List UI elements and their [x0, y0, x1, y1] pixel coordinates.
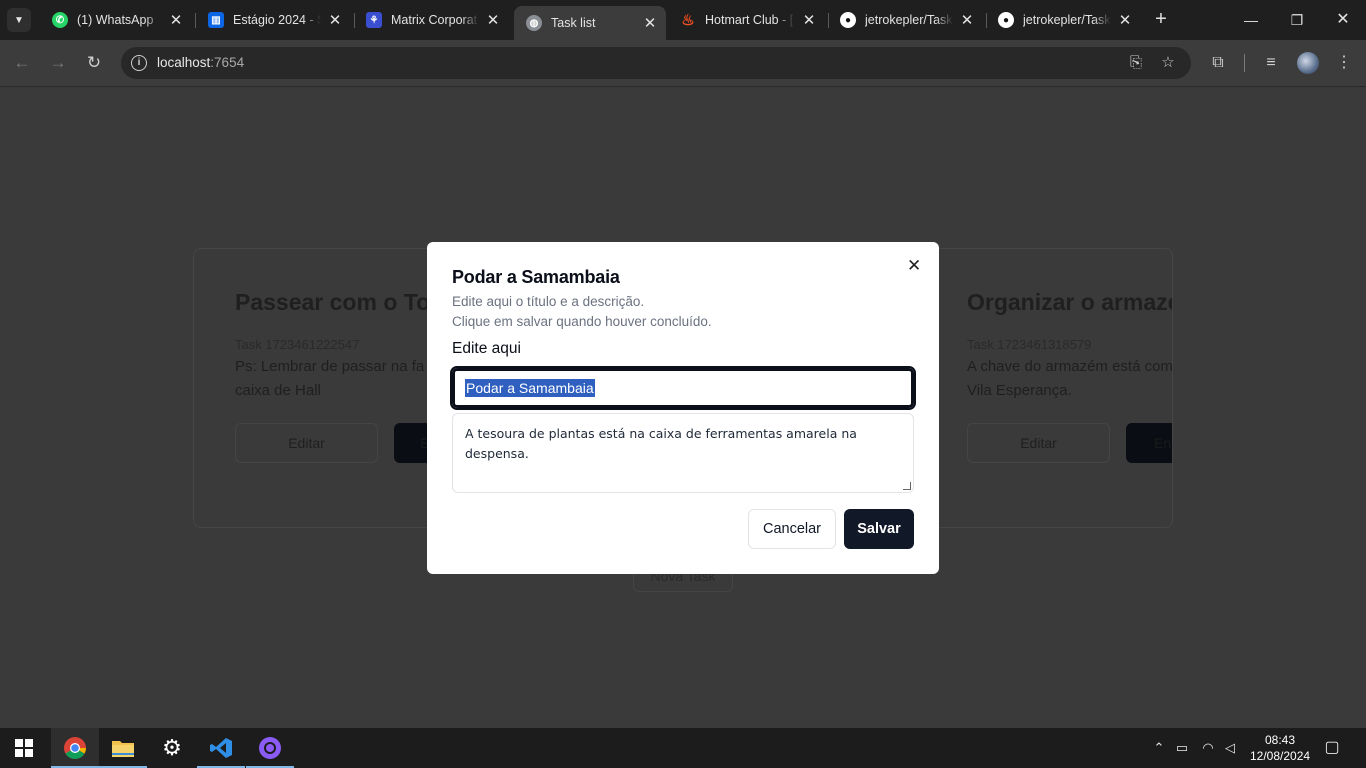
tab-label: Estágio 2024 - S — [233, 13, 321, 27]
notifications-icon[interactable]: ▢ — [1322, 738, 1342, 758]
close-icon[interactable]: ✕ — [327, 11, 343, 29]
tab-whatsapp[interactable]: ✆ (1) WhatsApp ✕ — [40, 4, 192, 36]
dialog-title: Podar a Samambaia — [452, 267, 620, 287]
battery-icon[interactable]: ▭ — [1172, 738, 1192, 758]
reload-icon[interactable]: ↻ — [82, 51, 106, 75]
task-id: Task 1723461222547 — [235, 337, 360, 352]
extensions-puzzle-icon[interactable]: ⧉ — [1207, 52, 1229, 74]
close-icon[interactable]: ✕ — [485, 11, 501, 29]
cancel-button[interactable]: Cancelar — [748, 509, 836, 549]
finish-button[interactable]: Enc — [1126, 423, 1172, 463]
task-title: Organizar o armazém — [967, 289, 1172, 315]
url-text[interactable]: localhost:7654 — [157, 55, 244, 70]
trello-icon: ▥ — [208, 12, 224, 28]
github-icon: ● — [840, 12, 856, 28]
tab-github-2[interactable]: ● jetrokepler/Task ✕ — [986, 4, 1141, 36]
tab-label: Task list — [551, 16, 596, 30]
description-textarea[interactable]: A tesoura de plantas está na caixa de fe… — [452, 413, 914, 493]
resize-grip-icon[interactable] — [903, 482, 911, 490]
profile-avatar[interactable] — [1297, 52, 1319, 74]
tab-label: Hotmart Club - [ — [705, 13, 794, 27]
tab-hotmart[interactable]: ♨ Hotmart Club - [ ✕ — [668, 4, 825, 36]
dialog-description: Edite aqui o título e a descrição. Cliqu… — [452, 292, 712, 332]
task-card: Organizar o armazém Task 1723461318579 A… — [926, 251, 1172, 513]
close-icon[interactable]: ✕ — [959, 11, 975, 29]
restore-icon[interactable]: ❐ — [1285, 8, 1309, 32]
menu-kebab-icon[interactable]: ⋮ — [1333, 52, 1355, 74]
minimize-icon[interactable]: — — [1239, 8, 1263, 32]
hotmart-flame-icon: ♨ — [681, 12, 695, 29]
bookmark-star-icon[interactable]: ☆ — [1159, 54, 1177, 72]
tab-label: jetrokepler/Task — [1023, 13, 1111, 27]
clock-date: 12/08/2024 — [1250, 749, 1311, 763]
field-label: Edite aqui — [452, 340, 521, 357]
github-icon: ● — [998, 12, 1014, 28]
site-info-icon[interactable]: i — [131, 55, 147, 71]
close-icon[interactable]: ✕ — [801, 11, 817, 29]
windows-taskbar: ⚙ ⌃ ▭ ◠ ◁ 08:43 12/08/2024 ▢ — [0, 728, 1366, 768]
whatsapp-icon: ✆ — [52, 12, 68, 28]
tab-estagio[interactable]: ▥ Estágio 2024 - S ✕ — [196, 4, 351, 36]
volume-icon[interactable]: ◁ — [1220, 738, 1240, 758]
tab-task-list[interactable]: ◍ Task list ✕ — [514, 6, 666, 40]
media-queue-icon[interactable]: ≡ — [1260, 52, 1282, 74]
vscode-icon[interactable] — [197, 728, 245, 768]
edit-button[interactable]: Editar — [967, 423, 1110, 463]
tab-matrix[interactable]: ⚘ Matrix Corporat ✕ — [354, 4, 509, 36]
task-description: A chave do armazém está com Vila Esperan… — [967, 358, 1172, 399]
chrome-icon[interactable] — [51, 728, 99, 768]
task-id: Task 1723461318579 — [967, 337, 1092, 352]
forward-arrow-icon[interactable]: → — [46, 51, 70, 75]
dialog-description-line: Edite aqui o título e a descrição. — [452, 294, 645, 309]
file-explorer-icon[interactable] — [99, 728, 147, 768]
tab-label: (1) WhatsApp — [77, 13, 154, 27]
dialog-description-line: Clique em salvar quando houver concluído… — [452, 314, 712, 329]
clock-time: 08:43 — [1264, 733, 1296, 747]
tab-label: Matrix Corporat — [391, 13, 478, 27]
close-icon[interactable]: ✕ — [642, 14, 658, 32]
edit-task-dialog: ✕ Podar a Samambaia Edite aqui o título … — [427, 242, 939, 574]
task-title: Passear com o Toto — [235, 289, 452, 315]
tray-chevron-up-icon[interactable]: ⌃ — [1149, 738, 1169, 758]
close-icon[interactable]: ✕ — [168, 11, 184, 29]
translate-icon[interactable]: ⎘ — [1127, 54, 1145, 72]
tab-github-1[interactable]: ● jetrokepler/Task ✕ — [828, 4, 983, 36]
tab-search-chevron-icon[interactable]: ▼ — [7, 8, 31, 32]
edit-button[interactable]: Editar — [235, 423, 378, 463]
back-arrow-icon[interactable]: ← — [10, 51, 34, 75]
title-input-value[interactable]: Podar a Samambaia — [465, 379, 595, 397]
description-textarea-value[interactable]: A tesoura de plantas está na caixa de fe… — [465, 426, 857, 461]
new-tab-plus-icon[interactable]: + — [1150, 8, 1172, 30]
matrix-icon: ⚘ — [366, 12, 382, 28]
browser-toolbar: ← → ↻ i localhost:7654 ⎘ ☆ ⧉ ≡ ⋮ — [0, 40, 1366, 87]
url-host: localhost — [157, 55, 211, 70]
window-close-icon[interactable]: ✕ — [1331, 8, 1355, 32]
url-port: :7654 — [210, 55, 245, 70]
close-icon[interactable]: ✕ — [907, 257, 921, 274]
toolbar-divider — [1244, 54, 1245, 72]
windows-start-icon[interactable] — [0, 728, 48, 768]
wifi-icon[interactable]: ◠ — [1198, 738, 1218, 758]
title-input[interactable]: Podar a Samambaia — [450, 366, 916, 410]
settings-gear-icon[interactable]: ⚙ — [148, 728, 196, 768]
globe-icon: ◍ — [526, 15, 542, 31]
tab-label: jetrokepler/Task — [865, 13, 953, 27]
browser-tab-strip: ▼ ✆ (1) WhatsApp ✕ ▥ Estágio 2024 - S ✕ … — [0, 0, 1366, 40]
github-desktop-icon[interactable] — [246, 728, 294, 768]
system-clock[interactable]: 08:43 12/08/2024 — [1250, 732, 1310, 764]
save-button[interactable]: Salvar — [844, 509, 914, 549]
address-bar[interactable]: i localhost:7654 ⎘ ☆ — [121, 47, 1191, 79]
close-icon[interactable]: ✕ — [1117, 11, 1133, 29]
